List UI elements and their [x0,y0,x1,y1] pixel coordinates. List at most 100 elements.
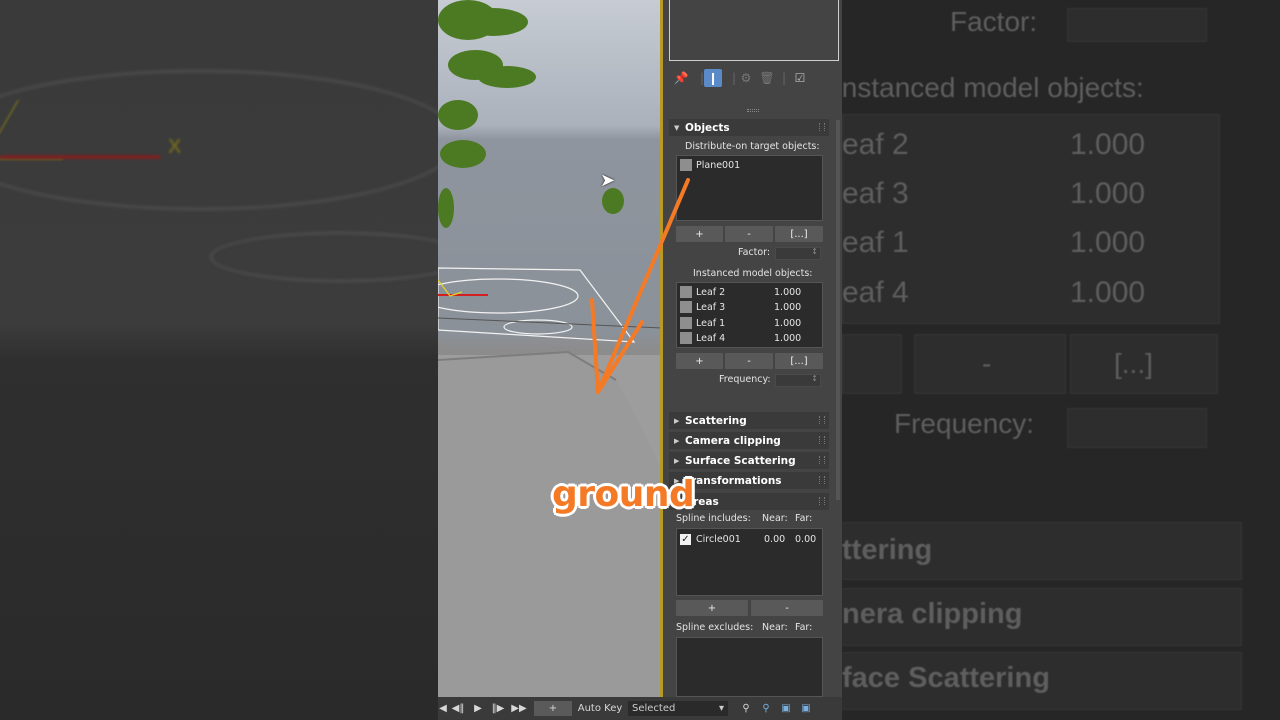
tree-leaves [478,66,536,88]
zoom-extents-icon[interactable]: ▣ [776,697,796,720]
blurred-rollout-title: nera clipping [842,598,1023,630]
blurred-x-axis [0,155,160,159]
spline-includes-list[interactable]: ✓ Circle001 0.00 0.00 [676,528,823,596]
go-to-start-icon[interactable]: ◀ [438,697,448,720]
expand-triangle-icon: ▶ [674,436,680,445]
drag-handle-icon[interactable] [819,497,825,505]
rollout-objects[interactable]: ▼ Objects [669,119,829,136]
factor-spinner[interactable] [775,247,821,260]
rollout-title: Surface Scattering [685,454,796,467]
blurred-rollout-title: face Scattering [842,662,1050,694]
list-item[interactable]: ✓ Circle001 0.00 0.00 [680,532,820,546]
more-instanced-button[interactable]: [...] [775,353,823,369]
near-label: Near: [762,513,788,524]
selection-set-dropdown[interactable]: Selected ▾ [628,701,728,716]
blurred-viewport-background: X [0,0,438,720]
spline-excludes-list[interactable] [676,637,823,697]
list-item-value: 1.000 [774,286,802,298]
list-item-label: Leaf 2 [696,286,726,298]
timeline-controls: ◀ ◀‖ ▶ ‖▶ ▶▶ + Auto Key Selected ▾ ⚲ ⚲ ▣… [438,697,842,720]
blurred-row-value: 1.000 [1070,226,1146,259]
blurred-remove-label: - [982,348,992,379]
blurred-row-name: eaf 2 [842,128,909,161]
remove-include-button[interactable]: - [751,600,823,616]
frequency-spinner[interactable] [775,374,821,387]
list-item-value: 1.000 [774,332,802,344]
blurred-frequency-spinner [1067,408,1207,448]
screen: X Factor: Instanced model objects: eaf 2… [0,0,1280,720]
auto-key-button[interactable]: Auto Key [576,697,624,720]
blurred-instanced-label: Instanced model objects: [842,72,1144,103]
blurred-frequency-label: Frequency: [894,408,1035,439]
blurred-text-shape [210,232,438,282]
next-frame-icon[interactable]: ‖▶ [488,697,508,720]
collapse-triangle-icon: ▼ [674,123,680,132]
list-item-label: Leaf 1 [696,317,726,329]
list-item-label: Circle001 [696,533,741,545]
blurred-axis-label: X [168,136,182,158]
make-unique-icon[interactable]: ⚙ [737,69,755,87]
blurred-more-label: [...] [1114,348,1153,379]
rollout-scattering[interactable]: ▶ Scattering [669,412,829,429]
rollout-title: Transformations [685,474,782,487]
remove-instanced-button[interactable]: - [725,353,773,369]
expand-triangle-icon: ▶ [674,456,680,465]
tree-leaves [438,100,478,130]
zoom-all-icon[interactable]: ⚲ [756,697,776,720]
video-caption: ground [552,474,695,515]
remove-modifier-icon[interactable]: 🗑 [758,69,776,87]
drag-handle-icon[interactable] [819,416,825,424]
show-end-result-icon[interactable]: ❙ [704,69,722,87]
expand-triangle-icon: ▶ [674,416,680,425]
drag-handle-icon[interactable] [819,456,825,464]
panel-resize-grip[interactable] [747,109,759,112]
blurred-row-value: 1.000 [1070,128,1146,161]
previous-frame-icon[interactable]: ◀‖ [448,697,468,720]
set-key-icon[interactable]: + [534,701,572,716]
selection-set-value: Selected [632,703,676,714]
blurred-rollout-title: ttering [842,534,933,566]
zoom-extents-all-icon[interactable]: ▣ [796,697,816,720]
list-item[interactable]: Leaf 4 1.000 [680,331,820,345]
blurred-panel-background: Factor: Instanced model objects: eaf 2 1… [842,0,1280,720]
drag-handle-icon[interactable] [819,476,825,484]
blurred-row-value: 1.000 [1070,177,1146,210]
drag-handle-icon[interactable] [819,123,825,131]
list-item-value: 1.000 [774,317,802,329]
instanced-label: Instanced model objects: [693,268,813,279]
spline-excludes-label: Spline excludes: [676,622,754,633]
blurred-add-button [842,334,902,394]
list-item[interactable]: Leaf 2 1.000 [680,285,820,299]
add-include-button[interactable]: + [676,600,748,616]
distribute-on-label: Distribute-on target objects: [685,141,820,152]
more-target-button[interactable]: [...] [775,226,823,242]
tree-leaves [458,8,528,36]
blurred-row-name: eaf 1 [842,226,909,259]
rollout-surface-scattering[interactable]: ▶ Surface Scattering [669,452,829,469]
list-item[interactable]: Leaf 3 1.000 [680,300,820,314]
blurred-row-name: eaf 3 [842,177,909,210]
tree-leaves [440,140,486,168]
far-label: Far: [795,622,813,633]
zoom-icon[interactable]: ⚲ [736,697,756,720]
pin-stack-icon[interactable]: 📌 [672,69,690,87]
annotation-arrow [590,178,690,394]
rollout-title: Scattering [685,414,747,427]
tree-leaves [438,188,454,228]
list-item[interactable]: Leaf 1 1.000 [680,316,820,330]
near-value: 0.00 [764,533,786,545]
remove-target-button[interactable]: - [725,226,773,242]
go-to-end-icon[interactable]: ▶▶ [508,697,530,720]
frequency-label: Frequency: [719,374,771,385]
play-icon[interactable]: ▶ [468,697,488,720]
near-label: Near: [762,622,788,633]
blurred-factor-label: Factor: [950,6,1038,37]
panel-scrollbar[interactable] [836,120,840,500]
drag-handle-icon[interactable] [819,436,825,444]
preview-box [669,0,839,61]
blurred-factor-spinner [1067,8,1207,42]
blurred-row-value: 1.000 [1070,276,1146,309]
checkbox-checked-icon[interactable]: ✓ [680,533,691,545]
configure-modifier-sets-icon[interactable]: ☑ [791,69,809,87]
rollout-camera-clipping[interactable]: ▶ Camera clipping [669,432,829,449]
